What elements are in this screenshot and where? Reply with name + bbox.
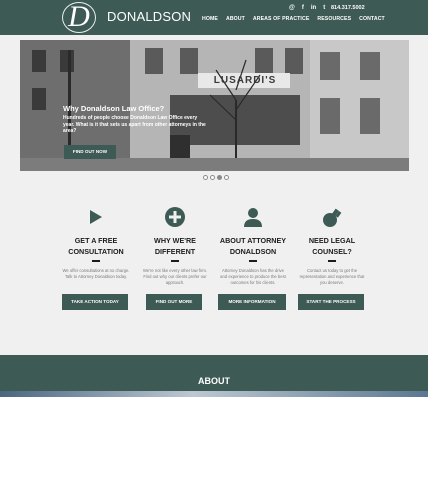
start-process-button[interactable]: START THE PROCESS — [298, 294, 364, 310]
more-information-button[interactable]: MORE INFORMATION — [218, 294, 286, 310]
logo-mark[interactable]: D — [62, 0, 96, 33]
title-rule — [171, 260, 179, 262]
linkedin-icon[interactable]: in — [311, 5, 316, 12]
title-rule — [328, 260, 336, 262]
feature-title: NEED LEGAL COUNSEL? — [308, 236, 356, 256]
storefront-sign: LUSARDI'S — [213, 75, 277, 86]
phone-number[interactable]: 814.317.5002 — [331, 5, 365, 11]
feature-title: GET A FREE CONSULTATION — [68, 236, 124, 256]
main-nav: HOME ABOUT AREAS OF PRACTICE RESOURCES C… — [202, 16, 385, 22]
nav-resources[interactable]: RESOURCES — [317, 16, 351, 22]
about-image-strip — [0, 391, 428, 397]
nav-about[interactable]: ABOUT — [226, 16, 245, 22]
person-icon — [213, 205, 293, 229]
slide-caption-title: Why Donaldson Law Office? — [63, 104, 165, 113]
feature-legal-counsel: NEED LEGAL COUNSEL? Contact us today to g… — [292, 205, 372, 287]
nav-areas-of-practice[interactable]: AREAS OF PRACTICE — [253, 16, 309, 22]
slide-caption: Why Donaldson Law Office? Hundreds of pe… — [63, 104, 206, 135]
feature-text: We're not like every other law firm. Fin… — [142, 267, 208, 286]
slider-pagination — [203, 175, 229, 180]
twitter-icon[interactable]: t — [323, 5, 325, 12]
plus-icon — [135, 205, 215, 229]
title-rule — [92, 260, 100, 262]
take-action-button[interactable]: TAKE ACTION TODAY — [62, 294, 128, 310]
logo-name[interactable]: DONALDSON — [107, 9, 191, 24]
title-rule — [249, 260, 257, 262]
feature-consultation: GET A FREE CONSULTATION We offer consulta… — [56, 205, 136, 280]
slide-caption-body: Hundreds of people choose Donaldson Law … — [63, 115, 206, 135]
find-out-now-button[interactable]: FIND OUT NOW — [64, 145, 116, 159]
find-out-more-button[interactable]: FIND OUT MORE — [146, 294, 202, 310]
feature-different: WHY WE'RE DIFFERENT We're not like every … — [135, 205, 215, 287]
feature-text: Contact us today to get the representati… — [299, 267, 365, 286]
nav-home[interactable]: HOME — [202, 16, 218, 22]
play-icon — [56, 205, 136, 229]
feature-title: ABOUT ATTORNEY DONALDSON — [219, 236, 287, 256]
feature-text: We offer consultations at no charge. Tal… — [62, 267, 130, 279]
facebook-icon[interactable]: f — [302, 5, 304, 12]
blog-icon[interactable]: @ — [289, 5, 295, 12]
slide-dot-3[interactable] — [217, 175, 222, 180]
slide-dot-1[interactable] — [203, 175, 208, 180]
nav-contact[interactable]: CONTACT — [359, 16, 385, 22]
social-links: @ f in t — [289, 5, 325, 12]
slide-dot-2[interactable] — [210, 175, 215, 180]
feature-title: WHY WE'RE DIFFERENT — [154, 236, 196, 256]
gavel-icon — [292, 205, 372, 229]
feature-about-attorney: ABOUT ATTORNEY DONALDSON Attorney Donalds… — [213, 205, 293, 287]
slide-dot-4[interactable] — [224, 175, 229, 180]
about-title: ABOUT — [198, 376, 230, 386]
feature-text: Attorney Donaldson has the drive and exp… — [220, 267, 286, 286]
logo-letter: D — [68, 0, 90, 33]
